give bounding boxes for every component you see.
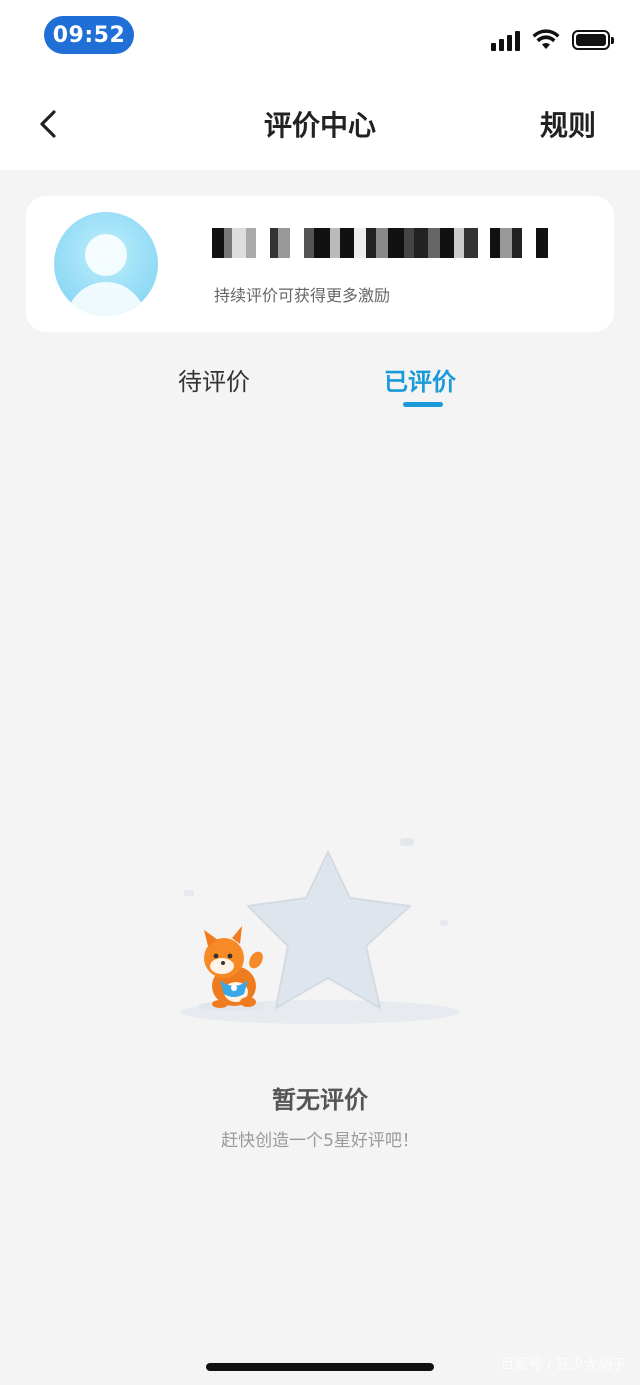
status-icons xyxy=(491,27,614,53)
empty-state-subtitle: 赶快创造一个5星好评吧！ xyxy=(221,1131,419,1151)
active-tab-indicator xyxy=(403,402,443,407)
tab-reviewed[interactable]: 已评价 xyxy=(384,362,456,397)
watermark: 百家号 / 狂少大胡子 xyxy=(500,1357,626,1373)
wifi-icon xyxy=(532,29,560,49)
username-pixelated xyxy=(212,228,620,258)
review-tabs: 待评价 已评价 xyxy=(0,350,640,420)
nav-bar: 评价中心 规则 xyxy=(0,80,640,170)
empty-state-title: 暂无评价 xyxy=(272,1086,368,1114)
default-avatar-icon[interactable] xyxy=(54,212,158,316)
star-with-mascot-illustration xyxy=(180,838,460,1024)
profile-subtitle: 持续评价可获得更多激励 xyxy=(214,286,391,305)
star-icon xyxy=(247,851,411,1009)
profile-card: 持续评价可获得更多激励 xyxy=(26,196,614,332)
rules-button[interactable]: 规则 xyxy=(540,104,596,144)
mascot-icon xyxy=(204,926,263,1008)
battery-icon xyxy=(572,30,614,50)
tab-pending-review[interactable]: 待评价 xyxy=(178,362,250,397)
status-bar: 09:52 xyxy=(0,0,640,80)
signal-icon xyxy=(491,29,520,51)
home-indicator[interactable] xyxy=(206,1363,434,1371)
status-time: 09:52 xyxy=(44,16,134,54)
